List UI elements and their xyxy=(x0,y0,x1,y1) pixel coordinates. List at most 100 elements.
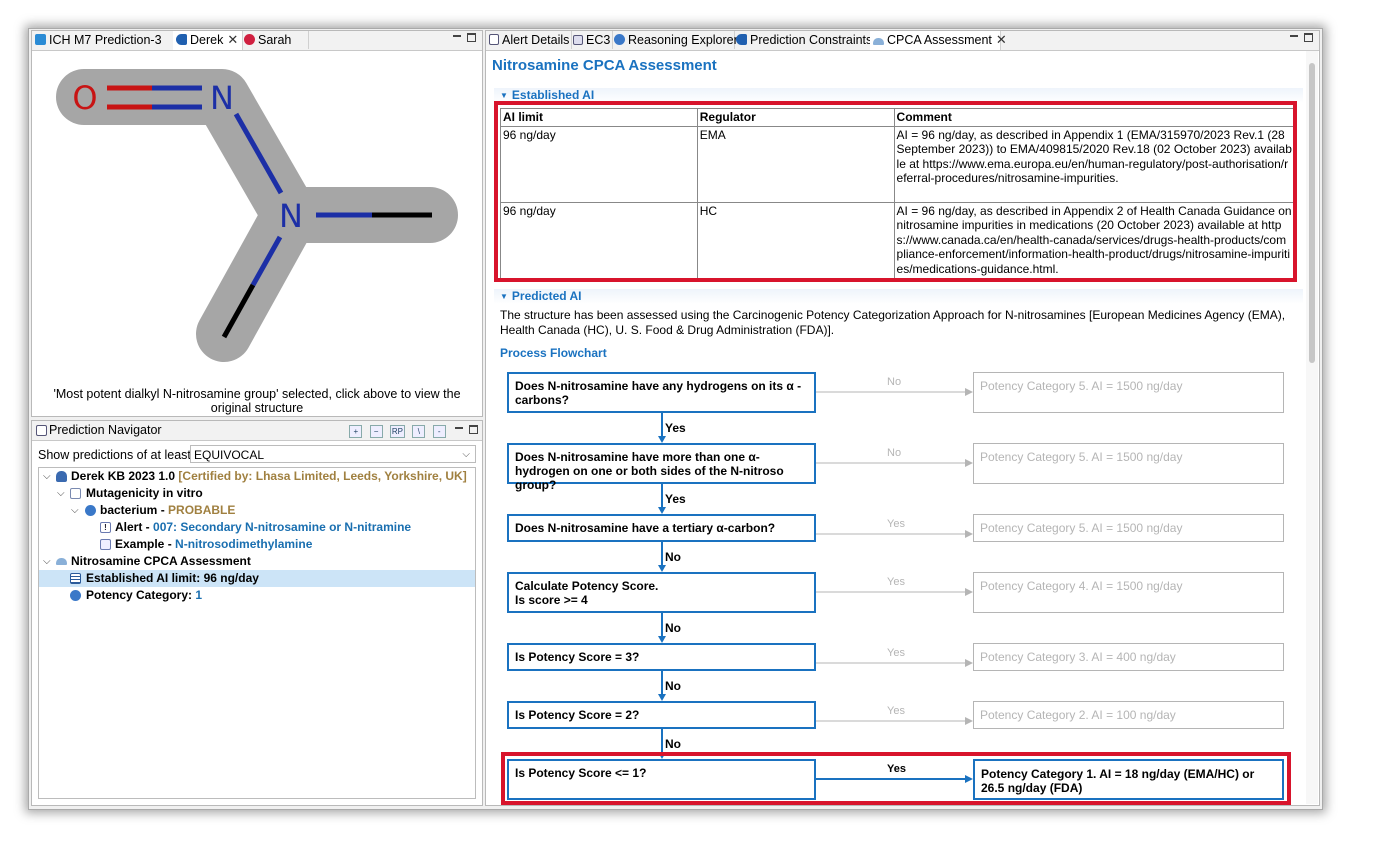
derek-icon xyxy=(176,34,187,45)
tree-item-cpca[interactable]: ⌵ Nitrosamine CPCA Assessment xyxy=(39,553,475,570)
potency-label: Potency Category xyxy=(86,588,189,602)
flowchart-branch-label: No xyxy=(887,447,902,459)
tab-sarah[interactable]: Sarah xyxy=(241,31,309,49)
flowchart-connectors xyxy=(658,388,973,783)
table-icon xyxy=(70,573,81,584)
endpoint-label: Mutagenicity in vitro xyxy=(86,486,203,500)
navigator-toolbar: + − RP \ - xyxy=(345,423,478,438)
flowchart-outcome-box: Potency Category 3. AI = 400 ng/day xyxy=(973,643,1284,671)
endpoint-icon xyxy=(70,488,81,499)
maximize-icon[interactable] xyxy=(467,33,476,42)
confidence-filter-dropdown[interactable]: EQUIVOCAL ⌵ xyxy=(190,445,476,463)
flowchart-question-box: Is Potency Score = 3? xyxy=(507,643,816,671)
left-tab-bar: ICH M7 Prediction-3 Derek ✕ Sarah xyxy=(32,31,482,51)
prediction-tree: ⌵ Derek KB 2023 1.0 [Certified by: Lhasa… xyxy=(38,467,476,799)
application-window: ICH M7 Prediction-3 Derek ✕ Sarah O N N … xyxy=(28,28,1323,810)
tree-item-potency-category[interactable]: Potency Category: 1 xyxy=(39,587,475,604)
flowchart-question-box: Does N-nitrosamine have a tertiary α-car… xyxy=(507,514,816,542)
chevron-down-icon[interactable]: ⌵ xyxy=(57,485,65,502)
flowchart-question-box: Does N-nitrosamine have any hydrogens on… xyxy=(507,372,816,413)
tree-item-endpoint[interactable]: ⌵ Mutagenicity in vitro xyxy=(39,485,475,502)
atom-nitrogen-nitroso: N xyxy=(210,79,234,117)
example-label: Example xyxy=(115,537,165,551)
flowchart-outcome-box: Potency Category 5. AI = 1500 ng/day xyxy=(973,372,1284,413)
navigator-header: Prediction Navigator + − RP \ - xyxy=(32,421,482,441)
species-label: bacterium xyxy=(100,503,158,517)
tree-item-knowledge-base[interactable]: ⌵ Derek KB 2023 1.0 [Certified by: Lhasa… xyxy=(39,468,475,485)
flowchart-down-label: No xyxy=(665,621,681,635)
arrowhead-icon xyxy=(658,565,666,572)
window-controls xyxy=(453,33,476,45)
tab-label: ICH M7 Prediction-3 xyxy=(49,33,162,47)
tree-item-established-ai[interactable]: Established AI limit: 96 ng/day xyxy=(39,570,475,587)
atom-oxygen: O xyxy=(72,79,97,117)
atom-nitrogen-amine: N xyxy=(279,197,303,235)
flowchart-outcome-box: Potency Category 5. AI = 1500 ng/day xyxy=(973,443,1284,484)
flowchart-down-label: No xyxy=(665,679,681,693)
tree-item-example[interactable]: Example - N-nitrosodimethylamine xyxy=(39,536,475,553)
gear-icon xyxy=(70,590,81,601)
alert-label: Alert xyxy=(115,520,143,534)
cpca-icon xyxy=(56,558,67,565)
ich-m7-icon xyxy=(35,34,46,45)
arrowhead-icon xyxy=(965,588,973,596)
flowchart-down-label: No xyxy=(665,550,681,564)
collapse-icon[interactable]: - xyxy=(432,425,446,438)
flowchart-outcome-box: Potency Category 4. AI = 1500 ng/day xyxy=(973,572,1284,613)
molecule-structure[interactable]: O N N xyxy=(32,51,482,381)
derek-kb-icon xyxy=(56,471,67,482)
close-icon[interactable]: ✕ xyxy=(227,32,238,47)
arrowhead-icon xyxy=(965,717,973,725)
tree-item-alert[interactable]: ! Alert - 007: Secondary N-nitrosamine o… xyxy=(39,519,475,536)
sarah-icon xyxy=(244,34,255,45)
alert-icon: ! xyxy=(100,522,111,533)
filter-value: EQUIVOCAL xyxy=(194,448,265,462)
tab-label: Derek xyxy=(190,33,224,47)
flowchart-branch-label: Yes xyxy=(887,576,905,588)
example-value: N-nitrosodimethylamine xyxy=(175,537,313,551)
cpca-assessment-panel: Alert Details EC3 Reasoning Explorer Pre… xyxy=(485,30,1320,806)
flowchart-down-label: Yes xyxy=(665,421,686,435)
chevron-down-icon[interactable]: ⌵ xyxy=(43,553,51,570)
alert-separator: - xyxy=(142,520,154,534)
tab-ich-m7-prediction[interactable]: ICH M7 Prediction-3 xyxy=(32,31,175,49)
flowchart-question-box: Does N-nitrosamine have more than one α-… xyxy=(507,443,816,492)
kb-name: Derek KB 2023 1.0 xyxy=(71,469,176,483)
example-icon xyxy=(100,539,111,550)
navigator-title: Prediction Navigator xyxy=(49,423,162,437)
filter-icon[interactable]: \ xyxy=(412,425,426,438)
flowchart-outcome-box: Potency Category 5. AI = 1500 ng/day xyxy=(973,514,1284,542)
potency-value: 1 xyxy=(195,588,203,602)
flowchart-question-box: Is Potency Score = 2? xyxy=(507,701,816,729)
chevron-down-icon[interactable]: ⌵ xyxy=(71,502,79,519)
minimize-icon[interactable] xyxy=(453,35,461,39)
alert-value: 007: Secondary N-nitrosamine or N-nitram… xyxy=(153,520,412,534)
arrowhead-icon xyxy=(658,507,666,514)
filter-row: Show predictions of at least: EQUIVOCAL … xyxy=(38,445,476,465)
established-ai-label: Established AI limit: 96 ng/day xyxy=(86,571,259,585)
species-separator: - xyxy=(157,503,169,517)
structure-caption: 'Most potent dialkyl N-nitrosamine group… xyxy=(53,387,461,415)
maximize-icon[interactable] xyxy=(469,425,478,434)
flowchart-question-box: Calculate Potency Score. Is score >= 4 xyxy=(507,572,816,613)
species-result: PROBABLE xyxy=(168,503,236,517)
gear-icon xyxy=(85,505,96,516)
flowchart-outcome-box: Potency Category 2. AI = 100 ng/day xyxy=(973,701,1284,729)
tab-derek[interactable]: Derek ✕ xyxy=(173,31,243,50)
flowchart-down-label: No xyxy=(665,737,681,751)
tab-label: Sarah xyxy=(258,33,292,47)
filter-label: Show predictions of at least: xyxy=(38,448,195,462)
minimize-icon[interactable] xyxy=(455,427,463,431)
arrowhead-icon xyxy=(965,388,973,396)
rp-icon[interactable]: RP xyxy=(389,425,405,438)
chevron-down-icon[interactable]: ⌵ xyxy=(43,468,51,485)
expand-all-icon[interactable]: + xyxy=(349,425,363,438)
process-flowchart: Does N-nitrosamine have any hydrogens on… xyxy=(486,31,1319,805)
tree-item-species[interactable]: ⌵ bacterium - PROBABLE xyxy=(39,502,475,519)
flowchart-branch-label: No xyxy=(887,376,902,388)
cpca-label: Nitrosamine CPCA Assessment xyxy=(71,554,251,568)
flowchart-down-label: Yes xyxy=(665,492,686,506)
arrowhead-icon xyxy=(965,459,973,467)
collapse-all-icon[interactable]: − xyxy=(369,425,383,438)
kb-certification: [Certified by: Lhasa Limited, Leeds, Yor… xyxy=(178,469,467,483)
